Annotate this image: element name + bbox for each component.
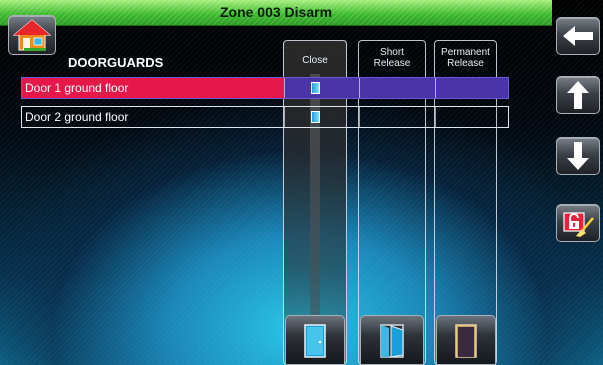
row-cell-close[interactable] [284, 78, 359, 98]
screen-background: Zone 003 Disarm DOORGUARDS Close Short R… [0, 0, 603, 365]
column-header-short-release: Short Release [359, 47, 425, 69]
home-button[interactable] [8, 15, 56, 55]
door-short-release-button[interactable] [360, 315, 424, 365]
door-open-icon [380, 324, 404, 358]
column-header-permanent-release: Permanent Release [435, 47, 496, 69]
row-cell-close[interactable] [284, 107, 359, 127]
column-header-close: Close [302, 55, 328, 66]
scroll-down-button[interactable] [556, 137, 600, 175]
arrow-down-icon [567, 142, 589, 170]
row-cell-permanent-release[interactable] [435, 107, 508, 127]
row-name: Door 1 ground floor [22, 78, 284, 98]
back-button[interactable] [556, 17, 600, 55]
door-status-icon [311, 82, 320, 94]
column-header-permanent-release-text: Permanent Release [441, 47, 490, 69]
table-row[interactable]: Door 2 ground floor [21, 106, 509, 128]
table-row[interactable]: Door 1 ground floor [21, 77, 509, 99]
lock-broom-icon [563, 212, 594, 237]
title-bar: Zone 003 Disarm [0, 0, 552, 26]
door-permanent-icon [455, 324, 477, 358]
page-title: Zone 003 Disarm [219, 4, 333, 20]
column-header-short-release-text: Short Release [373, 47, 411, 69]
unlock-clear-button[interactable] [556, 204, 600, 242]
arrow-up-icon [567, 81, 589, 109]
row-name: Door 2 ground floor [25, 110, 129, 124]
scroll-up-button[interactable] [556, 76, 600, 114]
home-icon [12, 19, 52, 51]
row-cell-short-release[interactable] [359, 78, 435, 98]
arrow-left-icon [563, 26, 593, 46]
door-closed-icon [304, 324, 326, 358]
door-status-icon [311, 111, 320, 123]
row-cell-permanent-release[interactable] [435, 78, 508, 98]
door-close-button[interactable] [285, 315, 345, 365]
door-permanent-release-button[interactable] [436, 315, 496, 365]
list-title: DOORGUARDS [68, 55, 164, 70]
row-cell-short-release[interactable] [359, 107, 435, 127]
